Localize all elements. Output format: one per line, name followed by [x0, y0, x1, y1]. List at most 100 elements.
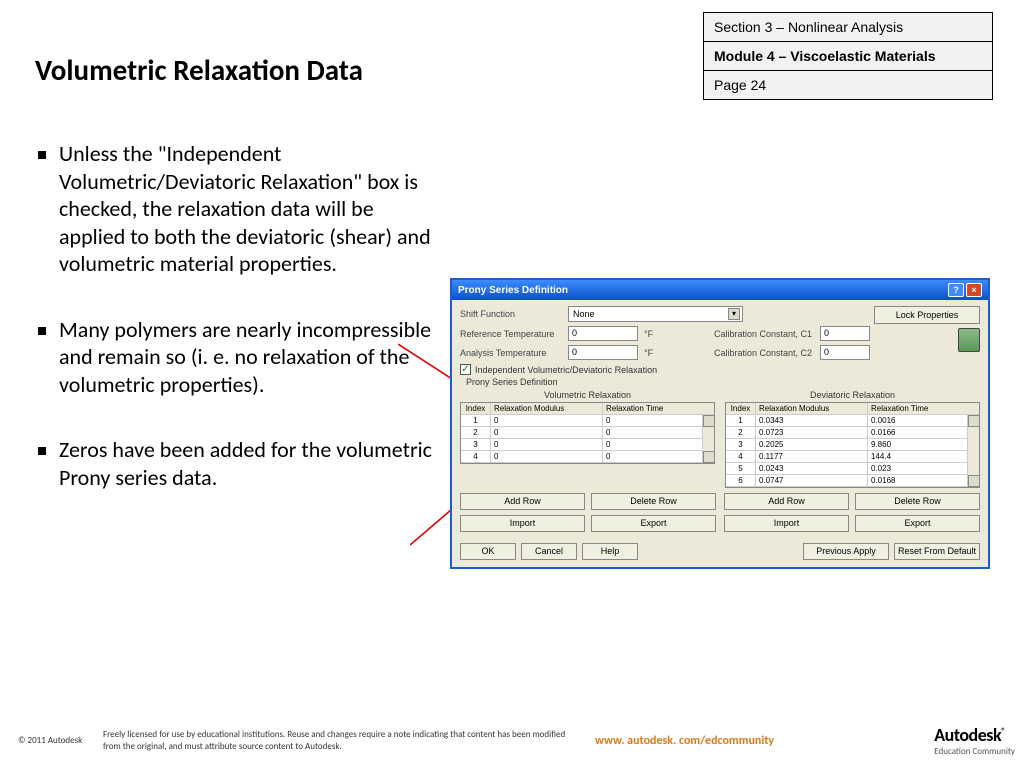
page-title: Volumetric Relaxation Data: [35, 52, 363, 88]
col-time: Relaxation Time: [868, 403, 979, 414]
bullet-marker: [38, 151, 46, 159]
cell-modulus[interactable]: 0.2025: [756, 439, 868, 450]
bullet-item: Many polymers are nearly incompressible …: [38, 316, 438, 399]
shift-function-value: None: [573, 309, 595, 319]
add-row-button[interactable]: Add Row: [724, 493, 849, 510]
copyright: © 2011 Autodesk: [18, 735, 103, 746]
c1-label: Calibration Constant, C1: [714, 329, 814, 339]
bullet-marker: [38, 327, 46, 335]
cell-modulus[interactable]: 0.0343: [756, 415, 868, 426]
cell-index: 2: [726, 427, 756, 438]
chevron-down-icon[interactable]: ▾: [728, 308, 740, 320]
bullet-list: Unless the "Independent Volumetric/Devia…: [38, 140, 438, 529]
bullet-item: Zeros have been added for the volumetric…: [38, 436, 438, 491]
cell-modulus[interactable]: 0.1177: [756, 451, 868, 462]
deviatoric-table[interactable]: Index Relaxation Modulus Relaxation Time…: [725, 402, 980, 488]
table-row[interactable]: 100: [461, 415, 714, 427]
cell-modulus[interactable]: 0.0723: [756, 427, 868, 438]
col-modulus: Relaxation Modulus: [491, 403, 603, 414]
col-index: Index: [461, 403, 491, 414]
previous-apply-button[interactable]: Previous Apply: [803, 543, 889, 560]
cell-time[interactable]: 0.023: [868, 463, 979, 474]
lock-icon: [958, 328, 980, 352]
table-row[interactable]: 300: [461, 439, 714, 451]
c2-label: Calibration Constant, C2: [714, 348, 814, 358]
cell-index: 1: [461, 415, 491, 426]
edcommunity-link[interactable]: www. autodesk. com/edcommunity: [595, 734, 774, 748]
cell-index: 5: [726, 463, 756, 474]
info-module: Module 4 – Viscoelastic Materials: [704, 42, 992, 71]
col-modulus: Relaxation Modulus: [756, 403, 868, 414]
info-box: Section 3 – Nonlinear Analysis Module 4 …: [703, 12, 993, 100]
cell-time[interactable]: 0.0166: [868, 427, 979, 438]
cell-time[interactable]: 0: [603, 415, 714, 426]
analysis-temp-field[interactable]: 0: [568, 345, 638, 360]
cell-index: 3: [726, 439, 756, 450]
independent-relaxation-checkbox[interactable]: ✓: [460, 364, 471, 375]
cell-time[interactable]: 0.0016: [868, 415, 979, 426]
shift-function-label: Shift Function: [460, 309, 562, 319]
volumetric-table-title: Volumetric Relaxation: [460, 390, 715, 400]
help-icon[interactable]: ?: [948, 283, 964, 297]
cell-modulus[interactable]: 0.0243: [756, 463, 868, 474]
c1-field[interactable]: 0: [820, 326, 870, 341]
brand-name: Autodesk: [934, 724, 1001, 746]
bullet-marker: [38, 447, 46, 455]
table-row[interactable]: 20.07230.0166: [726, 427, 979, 439]
cell-time[interactable]: 9.860: [868, 439, 979, 450]
reference-temp-field[interactable]: 0: [568, 326, 638, 341]
cell-modulus[interactable]: 0: [491, 451, 603, 462]
cell-modulus[interactable]: 0: [491, 415, 603, 426]
prony-dialog: Prony Series Definition ? × Lock Propert…: [450, 278, 990, 569]
cell-index: 6: [726, 475, 756, 486]
unit-label: °F: [644, 348, 662, 358]
import-button[interactable]: Import: [724, 515, 849, 532]
table-row[interactable]: 40.1177144.4: [726, 451, 979, 463]
ok-button[interactable]: OK: [460, 543, 516, 560]
cell-modulus[interactable]: 0: [491, 439, 603, 450]
cell-modulus[interactable]: 0.0747: [756, 475, 868, 486]
dialog-title-text: Prony Series Definition: [458, 285, 568, 296]
checkbox-label: Independent Volumetric/Deviatoric Relaxa…: [475, 365, 657, 375]
table-row[interactable]: 50.02430.023: [726, 463, 979, 475]
help-button[interactable]: Help: [582, 543, 638, 560]
scrollbar[interactable]: [967, 415, 979, 487]
autodesk-logo: Autodesk® Education Community: [934, 724, 1015, 757]
cell-index: 3: [461, 439, 491, 450]
shift-function-select[interactable]: None ▾: [568, 306, 743, 322]
cell-index: 4: [726, 451, 756, 462]
info-section: Section 3 – Nonlinear Analysis: [704, 13, 992, 42]
table-row[interactable]: 30.20259.860: [726, 439, 979, 451]
cell-time[interactable]: 144.4: [868, 451, 979, 462]
brand-subtitle: Education Community: [934, 746, 1015, 757]
bullet-item: Unless the "Independent Volumetric/Devia…: [38, 140, 438, 278]
lock-properties-button[interactable]: Lock Properties: [874, 306, 980, 324]
unit-label: °F: [644, 329, 662, 339]
cell-index: 1: [726, 415, 756, 426]
export-button[interactable]: Export: [591, 515, 716, 532]
export-button[interactable]: Export: [855, 515, 980, 532]
cell-time[interactable]: 0: [603, 427, 714, 438]
cell-time[interactable]: 0: [603, 439, 714, 450]
delete-row-button[interactable]: Delete Row: [855, 493, 980, 510]
reset-default-button[interactable]: Reset From Default: [894, 543, 980, 560]
table-row[interactable]: 400: [461, 451, 714, 463]
scrollbar[interactable]: [702, 415, 714, 463]
volumetric-table[interactable]: Index Relaxation Modulus Relaxation Time…: [460, 402, 715, 464]
table-row[interactable]: 10.03430.0016: [726, 415, 979, 427]
cell-modulus[interactable]: 0: [491, 427, 603, 438]
cell-time[interactable]: 0.0168: [868, 475, 979, 486]
cell-time[interactable]: 0: [603, 451, 714, 462]
close-icon[interactable]: ×: [966, 283, 982, 297]
bullet-text: Unless the "Independent Volumetric/Devia…: [59, 140, 438, 278]
dialog-titlebar[interactable]: Prony Series Definition ? ×: [452, 280, 988, 300]
add-row-button[interactable]: Add Row: [460, 493, 585, 510]
c2-field[interactable]: 0: [820, 345, 870, 360]
import-button[interactable]: Import: [460, 515, 585, 532]
table-row[interactable]: 200: [461, 427, 714, 439]
bullet-text: Zeros have been added for the volumetric…: [59, 436, 438, 491]
table-row[interactable]: 60.07470.0168: [726, 475, 979, 487]
cancel-button[interactable]: Cancel: [521, 543, 577, 560]
delete-row-button[interactable]: Delete Row: [591, 493, 716, 510]
license-text: Freely licensed for use by educational i…: [103, 729, 583, 752]
